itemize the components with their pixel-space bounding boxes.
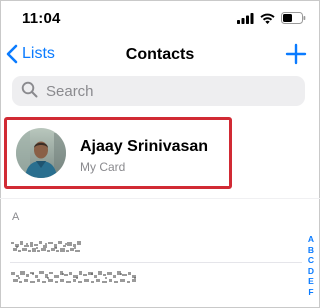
my-card[interactable]: Ajaay Srinivasan My Card <box>4 117 232 189</box>
section-header-a: A <box>12 211 20 223</box>
index-letter-f[interactable]: F <box>308 287 313 298</box>
page-title: Contacts <box>125 46 195 63</box>
plus-icon <box>285 43 307 65</box>
my-card-name: Ajaay Srinivasan <box>80 138 209 155</box>
index-letter-c[interactable]: C <box>308 255 314 266</box>
index-letter-b[interactable]: B <box>308 245 314 256</box>
my-card-subtitle: My Card <box>80 160 126 174</box>
index-letter-a[interactable]: A <box>308 234 314 245</box>
redacted-contact-name <box>11 271 136 283</box>
row-separator <box>10 262 302 263</box>
index-letter-e[interactable]: E <box>308 276 314 287</box>
add-contact-button[interactable] <box>284 42 308 66</box>
navigation-bar: Lists Contacts <box>0 38 320 76</box>
search-field[interactable] <box>12 76 305 106</box>
section-separator <box>0 198 320 199</box>
battery-icon <box>281 12 306 24</box>
avatar <box>16 128 66 178</box>
status-icons <box>237 12 306 24</box>
search-icon <box>21 81 38 103</box>
redacted-contact-name <box>11 241 81 252</box>
contact-row[interactable] <box>10 266 302 296</box>
search-input[interactable] <box>44 81 288 101</box>
index-letter-d[interactable]: D <box>308 266 314 277</box>
signal-icon <box>237 12 254 24</box>
status-bar: 11:04 <box>0 0 320 36</box>
status-time: 11:04 <box>22 10 61 27</box>
wifi-icon <box>260 13 275 24</box>
alphabet-index[interactable]: A B C D E F <box>305 234 317 297</box>
